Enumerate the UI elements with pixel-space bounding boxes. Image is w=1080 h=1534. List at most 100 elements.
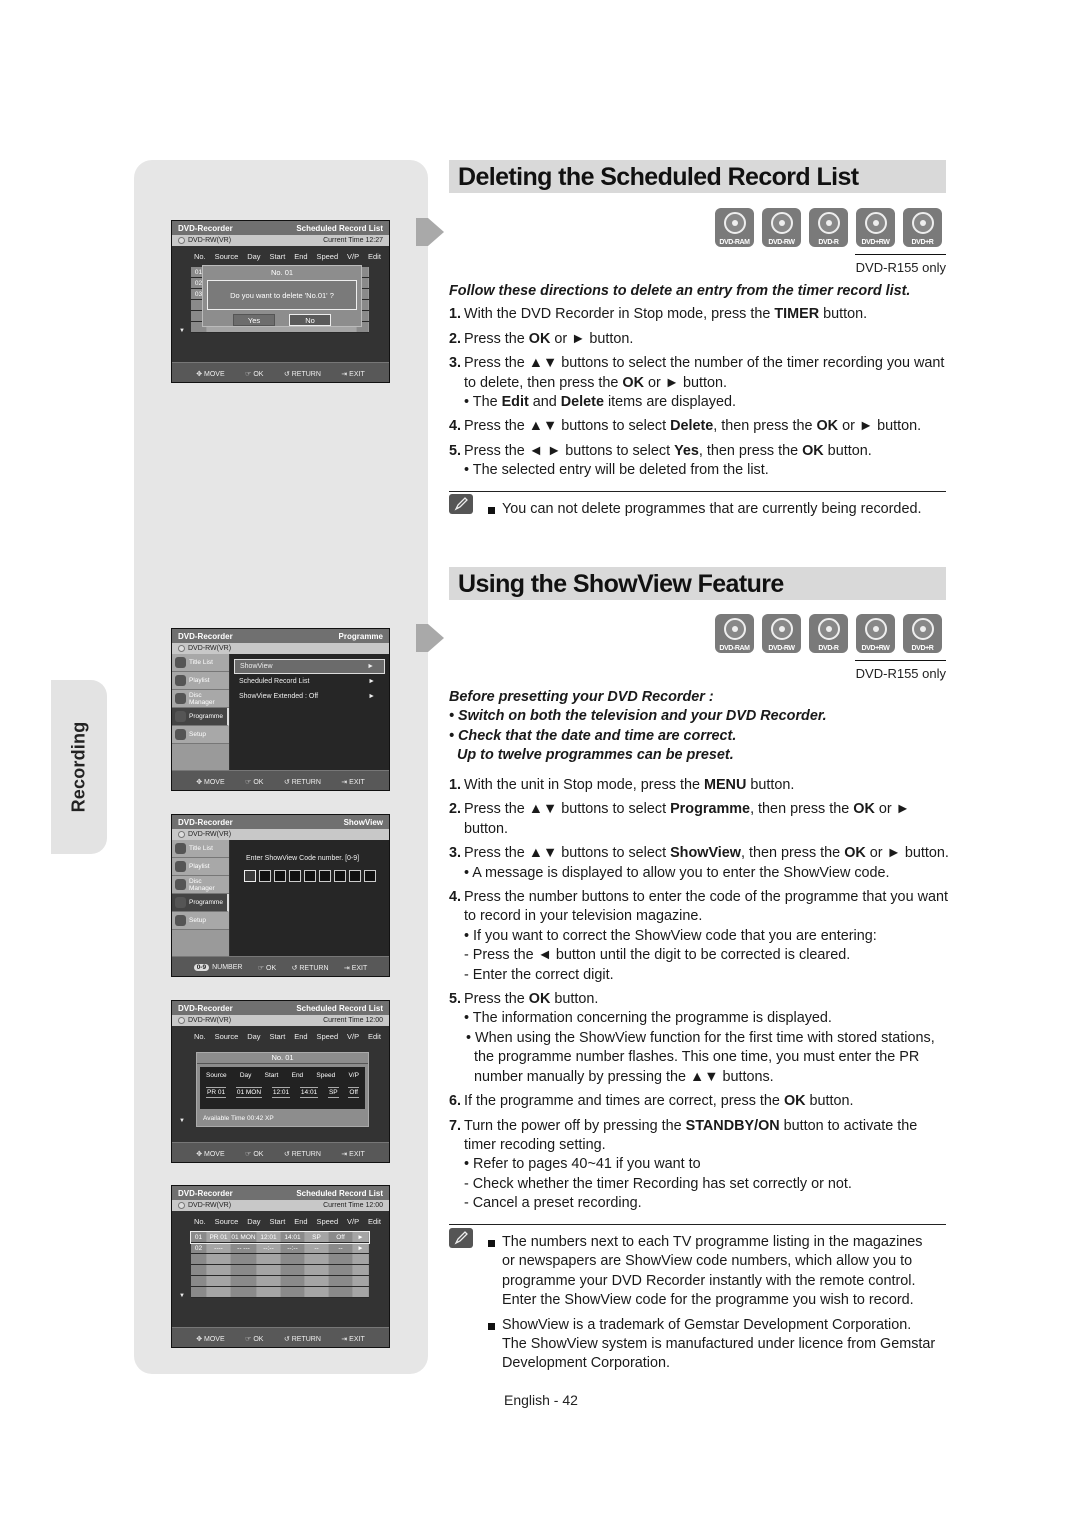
side-menu-label: Title List: [189, 845, 213, 852]
section-title-showview: Using the ShowView Feature: [449, 567, 946, 600]
side-menu-item-title-list[interactable]: Title List: [172, 840, 229, 858]
setup-icon: [175, 729, 186, 740]
table-row[interactable]: 02 ---- -- --- --:-- --:-- -- -- ►: [191, 1243, 369, 1254]
side-menu: Title List Playlist Disc Manager Programme S…: [172, 654, 229, 770]
column-header: Source: [214, 1032, 239, 1041]
side-menu-item-disc-manager[interactable]: Disc Manager: [172, 690, 229, 708]
table-row[interactable]: [191, 1254, 369, 1265]
row-cell: 12:01: [257, 1232, 281, 1242]
disc-label: DVD-R: [818, 239, 839, 246]
row-cell: [231, 1276, 257, 1286]
scroll-down-icon[interactable]: ▼: [179, 328, 185, 334]
column-header: No.: [194, 1217, 206, 1226]
disc-icon: [178, 1017, 185, 1024]
row-cell: [231, 1254, 257, 1264]
step-number: 1.: [449, 306, 462, 323]
row-cell: --:--: [257, 1243, 281, 1253]
yes-button[interactable]: Yes: [233, 314, 275, 326]
table-row[interactable]: [191, 1287, 369, 1298]
side-menu-item-setup[interactable]: Setup: [172, 726, 229, 744]
detail-field-values[interactable]: PR 01 01 MON 12:01 14:01 SP Off: [200, 1079, 365, 1098]
osd-screen-programme-menu: DVD-Recorder Programme DVD-RW(VR) Title L…: [171, 628, 390, 791]
table-row[interactable]: [191, 1265, 369, 1276]
side-menu-item-programme[interactable]: Programme: [172, 894, 229, 912]
note-item: ShowView is a trademark of Gemstar Devel…: [488, 1316, 938, 1374]
side-menu-item-setup[interactable]: Setup: [172, 912, 229, 930]
disc-ring-icon: [864, 618, 887, 640]
field-value[interactable]: 14:01: [299, 1087, 319, 1098]
step-text: Press the ▲▼ buttons to select Delete, t…: [464, 418, 922, 435]
ok-hint: ☞ OK: [245, 370, 264, 378]
intro-text: Follow these directions to delete an ent…: [449, 283, 911, 299]
field-value[interactable]: Off: [348, 1087, 359, 1098]
before-item: • Switch on both the television and your…: [449, 708, 827, 725]
column-header: Start: [269, 1032, 286, 1041]
disc-icon-dvd-ram: DVD-RAM: [715, 614, 754, 653]
field-label: Source: [206, 1072, 227, 1079]
column-headers: No. Source Day Start End Speed V/P Edit: [172, 246, 389, 261]
column-headers: No. Source Day Start End Speed V/P Edit: [172, 1026, 389, 1041]
menu-option[interactable]: Scheduled Record List ►: [234, 674, 385, 689]
code-digit-box[interactable]: [349, 870, 361, 882]
field-value[interactable]: SP: [327, 1087, 339, 1098]
side-menu-item-playlist[interactable]: Playlist: [172, 672, 229, 690]
disc-manager-icon: [175, 879, 186, 890]
field-value[interactable]: 12:01: [271, 1087, 291, 1098]
number-hint: 0-9 NUMBER: [193, 964, 242, 971]
note-section2: The numbers next to each TV programme li…: [488, 1233, 938, 1379]
disc-icon: [178, 1202, 185, 1209]
code-digit-box[interactable]: [334, 870, 346, 882]
model-note: DVD-R155 only: [855, 260, 946, 275]
code-digit-box[interactable]: [259, 870, 271, 882]
section2-instructions: 1. With the unit in Stop mode, press the …: [449, 776, 949, 1219]
disc-label: DVD-RW: [768, 239, 795, 246]
field-value[interactable]: 01 MON: [235, 1087, 263, 1098]
disc-label: DVD+R: [911, 239, 934, 246]
step-text: Press the ▲▼ buttons to select ShowView,…: [464, 845, 949, 881]
code-digit-box[interactable]: [319, 870, 331, 882]
step-number: 5.: [449, 991, 462, 1008]
code-digit-box[interactable]: [364, 870, 376, 882]
disc-ring-icon: [864, 212, 887, 234]
side-menu-item-programme[interactable]: Programme: [172, 708, 229, 726]
ok-hint: ☞ OK: [245, 1335, 264, 1343]
step-text: Press the ▲▼ buttons to select Programme…: [464, 801, 910, 837]
field-value[interactable]: PR 01: [206, 1087, 227, 1098]
disc-ring-icon: [817, 212, 840, 234]
step-number: 3.: [449, 355, 462, 372]
disc-icon: [178, 237, 185, 244]
disc-compatibility-icons: DVD-RAM DVD-RW DVD-R DVD+RW DVD+R: [715, 614, 942, 653]
side-menu-item-disc-manager[interactable]: Disc Manager: [172, 876, 229, 894]
column-header: V/P: [347, 1032, 360, 1041]
playlist-icon: [175, 861, 186, 872]
no-button[interactable]: No: [289, 314, 331, 326]
code-digit-box[interactable]: [304, 870, 316, 882]
row-cell: --: [329, 1243, 353, 1253]
showview-code-input[interactable]: [244, 870, 376, 882]
column-header: Day: [247, 252, 261, 261]
menu-option[interactable]: ShowView Extended : Off ►: [234, 689, 385, 704]
disc-type: DVD-RW(VR): [188, 645, 232, 652]
code-digit-box[interactable]: [274, 870, 286, 882]
scroll-down-icon[interactable]: ▼: [179, 1293, 185, 1299]
step-text: Press the ▲▼ buttons to select the numbe…: [464, 355, 945, 411]
disc-label: DVD-RAM: [719, 239, 750, 246]
osd-title: Scheduled Record List: [296, 1188, 383, 1198]
side-menu-item-playlist[interactable]: Playlist: [172, 858, 229, 876]
osd-footer: ✥ MOVE ☞ OK ↺ RETURN ⇥ EXIT: [172, 770, 389, 790]
row-cell: [305, 1276, 329, 1286]
column-header: V/P: [347, 252, 360, 261]
column-header: Speed: [316, 1032, 339, 1041]
table-row[interactable]: [191, 1276, 369, 1287]
side-menu-label: Playlist: [189, 677, 210, 684]
row-cell: [207, 1287, 231, 1297]
menu-option[interactable]: ShowView ►: [234, 659, 385, 674]
column-header: Start: [269, 252, 286, 261]
table-row[interactable]: 01 PR 01 01 MON 12:01 14:01 SP Off ►: [190, 1231, 370, 1244]
scroll-down-icon[interactable]: ▼: [179, 1118, 185, 1124]
move-hint: ✥ MOVE: [196, 1150, 225, 1158]
code-digit-box[interactable]: [289, 870, 301, 882]
side-menu-item-title-list[interactable]: Title List: [172, 654, 229, 672]
code-digit-box[interactable]: [244, 870, 256, 882]
disc-icon-dvd-rw: DVD-RW: [762, 614, 801, 653]
